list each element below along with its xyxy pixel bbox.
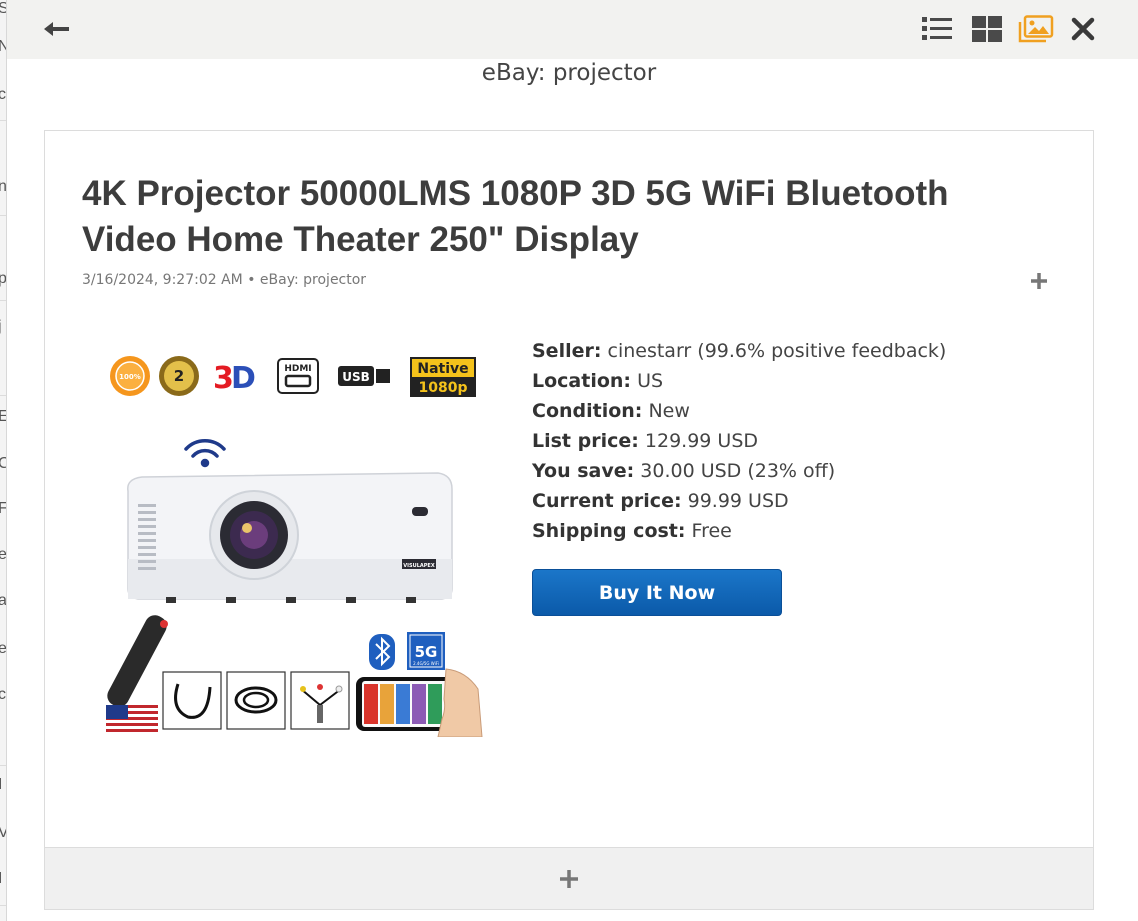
- bluetooth-icon: [369, 634, 395, 670]
- usb-badge: USB: [338, 366, 390, 386]
- background-letter: a: [0, 592, 6, 610]
- expand-button[interactable]: [1025, 267, 1053, 295]
- arrow-left-icon: [44, 22, 69, 36]
- background-divider: [0, 905, 6, 906]
- item-title[interactable]: 4K Projector 50000LMS 1080P 3D 5G WiFi B…: [82, 171, 1042, 263]
- close-icon: [1071, 17, 1095, 41]
- background-letter: N: [0, 38, 6, 56]
- background-letter: j: [0, 318, 2, 336]
- detail-shipping-cost: Shipping cost: Free: [532, 516, 1052, 546]
- toolbar: [7, 0, 1138, 59]
- background-divider: [0, 300, 6, 301]
- detail-value: 129.99 USD: [644, 430, 759, 452]
- detail-label: Condition:: [532, 400, 643, 422]
- native-1080p-badge: Native 1080p: [410, 357, 476, 397]
- detail-label: List price:: [532, 430, 639, 452]
- background-letter: c: [0, 686, 6, 704]
- 3d-badge: 3 D: [213, 361, 256, 396]
- background-page-strip: S N c n p j E C F e a e c I V I: [0, 0, 7, 921]
- detail-label: You save:: [532, 460, 635, 482]
- background-divider: [0, 120, 6, 121]
- image-view-button[interactable]: [1018, 12, 1054, 46]
- detail-label: Seller:: [532, 340, 602, 362]
- remote-control: [107, 615, 168, 707]
- product-image-graphic: 100% 2 3 D HDMI USB Native 1080p VISULAP…: [106, 356, 483, 738]
- detail-condition: Condition: New: [532, 396, 1052, 426]
- background-letter: C: [0, 455, 6, 473]
- detail-location: Location: US: [532, 366, 1052, 396]
- card-footer-expand[interactable]: [45, 847, 1093, 909]
- wifi-icon: [184, 439, 226, 468]
- background-letter: F: [0, 500, 6, 518]
- 5g-badge-sublabel: 2.4G/5G WiFi: [413, 661, 439, 666]
- detail-value: cinestarr (99.6% positive feedback): [607, 340, 947, 362]
- background-divider: [0, 215, 6, 216]
- smartphone: [356, 668, 483, 738]
- svg-text:VISULAPEX: VISULAPEX: [403, 563, 435, 569]
- 5g-badge-label: 5G: [415, 643, 438, 661]
- detail-list-price: List price: 129.99 USD: [532, 426, 1052, 456]
- grid-view-icon: [972, 16, 1002, 42]
- svg-text:USB: USB: [342, 370, 370, 384]
- background-divider: [0, 765, 6, 766]
- plus-icon: [560, 869, 578, 888]
- buy-it-now-button[interactable]: Buy It Now: [532, 569, 782, 616]
- product-image[interactable]: 100% 2 3 D HDMI USB Native 1080p VISULAP…: [106, 339, 484, 738]
- close-button[interactable]: [1065, 12, 1101, 46]
- background-divider: [0, 395, 6, 396]
- item-meta: 3/16/2024, 9:27:02 AM • eBay: projector: [82, 272, 367, 288]
- detail-label: Shipping cost:: [532, 520, 686, 542]
- feed-title: eBay: projector: [481, 60, 657, 86]
- warranty-badge: 2: [159, 356, 199, 396]
- hdmi-badge: HDMI: [277, 358, 319, 394]
- detail-seller: Seller: cinestarr (99.6% positive feedba…: [532, 336, 1052, 366]
- detail-value: Free: [691, 520, 732, 542]
- detail-label: Current price:: [532, 490, 682, 512]
- svg-text:2: 2: [174, 367, 184, 385]
- background-letter: e: [0, 640, 6, 658]
- svg-text:1080p: 1080p: [419, 380, 468, 396]
- background-letter: p: [0, 270, 6, 288]
- projector-body: VISULAPEX: [127, 472, 453, 603]
- detail-current-price: Current price: 99.99 USD: [532, 486, 1052, 516]
- background-letter: c: [0, 86, 6, 104]
- background-letter: E: [0, 408, 6, 426]
- background-letter: S: [0, 0, 6, 18]
- us-flag: [106, 705, 158, 733]
- item-viewer-modal: eBay: projector 4K Projector 50000LMS 10…: [7, 0, 1138, 921]
- 5g-badge: 5G 2.4G/5G WiFi: [407, 632, 445, 670]
- svg-text:100%: 100%: [119, 373, 141, 381]
- svg-text:Native: Native: [417, 361, 468, 377]
- plus-icon: [1031, 273, 1047, 289]
- svg-text:HDMI: HDMI: [284, 364, 311, 374]
- av-cable: [290, 671, 350, 730]
- list-view-button[interactable]: [919, 12, 955, 46]
- hdmi-cable: [226, 671, 286, 730]
- item-details: Seller: cinestarr (99.6% positive feedba…: [532, 336, 1052, 546]
- detail-value: New: [648, 400, 690, 422]
- item-card: 4K Projector 50000LMS 1080P 3D 5G WiFi B…: [44, 130, 1094, 910]
- detail-value: US: [637, 370, 664, 392]
- detail-value: 99.99 USD: [687, 490, 789, 512]
- background-letter: e: [0, 546, 6, 564]
- quality-badge: 100%: [110, 356, 150, 396]
- image-view-icon: [1018, 15, 1054, 43]
- back-button[interactable]: [39, 12, 75, 46]
- detail-you-save: You save: 30.00 USD (23% off): [532, 456, 1052, 486]
- detail-label: Location:: [532, 370, 632, 392]
- background-letter: I: [0, 776, 2, 794]
- svg-text:D: D: [231, 361, 256, 396]
- list-view-icon: [922, 17, 952, 40]
- background-letter: n: [0, 178, 6, 196]
- background-letter: I: [0, 870, 2, 888]
- grid-view-button[interactable]: [969, 12, 1005, 46]
- power-cable: [162, 671, 222, 730]
- detail-value: 30.00 USD (23% off): [640, 460, 836, 482]
- background-letter: V: [0, 824, 6, 842]
